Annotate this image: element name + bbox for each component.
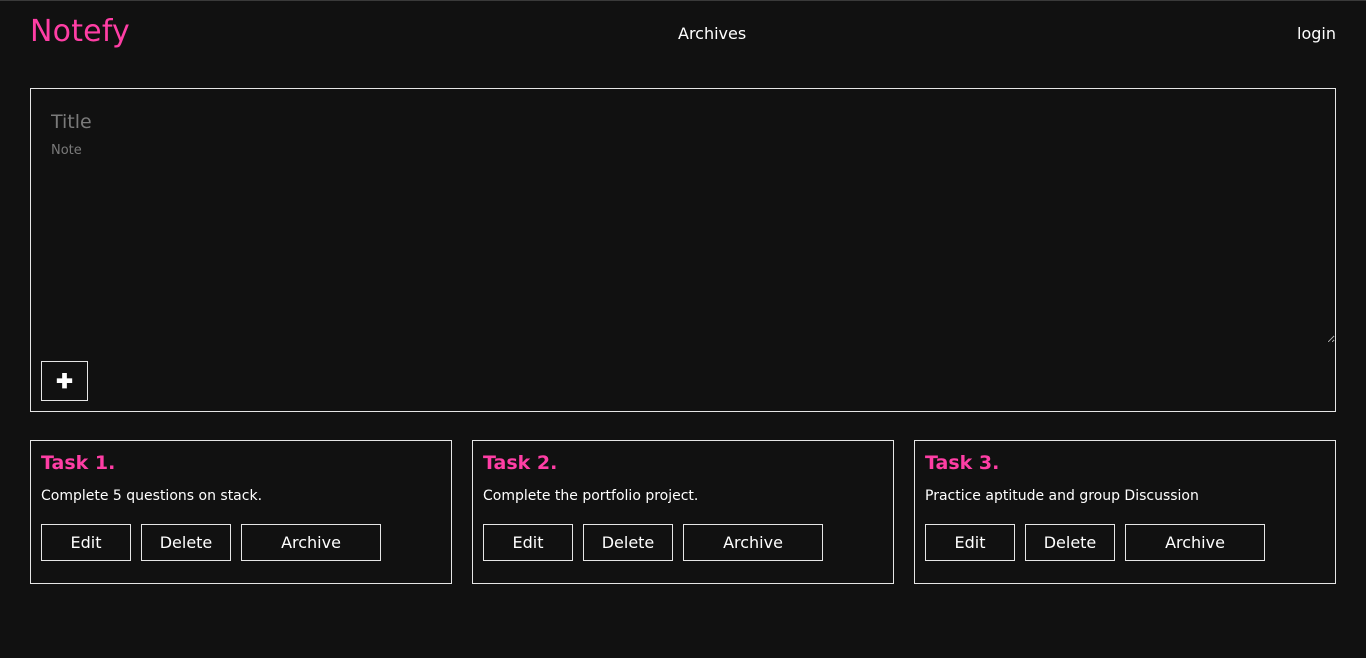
plus-icon: ✚ <box>56 370 73 393</box>
edit-button[interactable]: Edit <box>483 524 573 561</box>
note-card: Task 3. Practice aptitude and group Disc… <box>914 440 1336 584</box>
archive-button[interactable]: Archive <box>683 524 823 561</box>
edit-button[interactable]: Edit <box>925 524 1015 561</box>
nav-login-link[interactable]: login <box>1297 24 1336 43</box>
note-actions: Edit Delete Archive <box>925 524 1325 561</box>
note-card: Task 1. Complete 5 questions on stack. E… <box>30 440 452 584</box>
archive-button[interactable]: Archive <box>1125 524 1265 561</box>
edit-button[interactable]: Edit <box>41 524 131 561</box>
nav-archives-link[interactable]: Archives <box>678 24 746 43</box>
note-text: Practice aptitude and group Discussion <box>925 488 1199 504</box>
delete-button[interactable]: Delete <box>141 524 231 561</box>
delete-button[interactable]: Delete <box>1025 524 1115 561</box>
note-title: Task 2. <box>483 452 558 474</box>
title-input[interactable] <box>51 107 651 137</box>
archive-button[interactable]: Archive <box>241 524 381 561</box>
navbar: Notefy Archives login <box>0 1 1366 71</box>
note-title: Task 1. <box>41 452 116 474</box>
note-textarea[interactable] <box>51 143 1335 343</box>
note-card: Task 2. Complete the portfolio project. … <box>472 440 894 584</box>
note-actions: Edit Delete Archive <box>483 524 883 561</box>
note-composer: ✚ <box>30 88 1336 412</box>
add-note-button[interactable]: ✚ <box>41 361 88 401</box>
note-text: Complete the portfolio project. <box>483 488 699 504</box>
brand-logo[interactable]: Notefy <box>30 14 130 49</box>
note-title: Task 3. <box>925 452 1000 474</box>
note-text: Complete 5 questions on stack. <box>41 488 263 504</box>
delete-button[interactable]: Delete <box>583 524 673 561</box>
notes-list: Task 1. Complete 5 questions on stack. E… <box>30 440 1336 584</box>
note-actions: Edit Delete Archive <box>41 524 441 561</box>
